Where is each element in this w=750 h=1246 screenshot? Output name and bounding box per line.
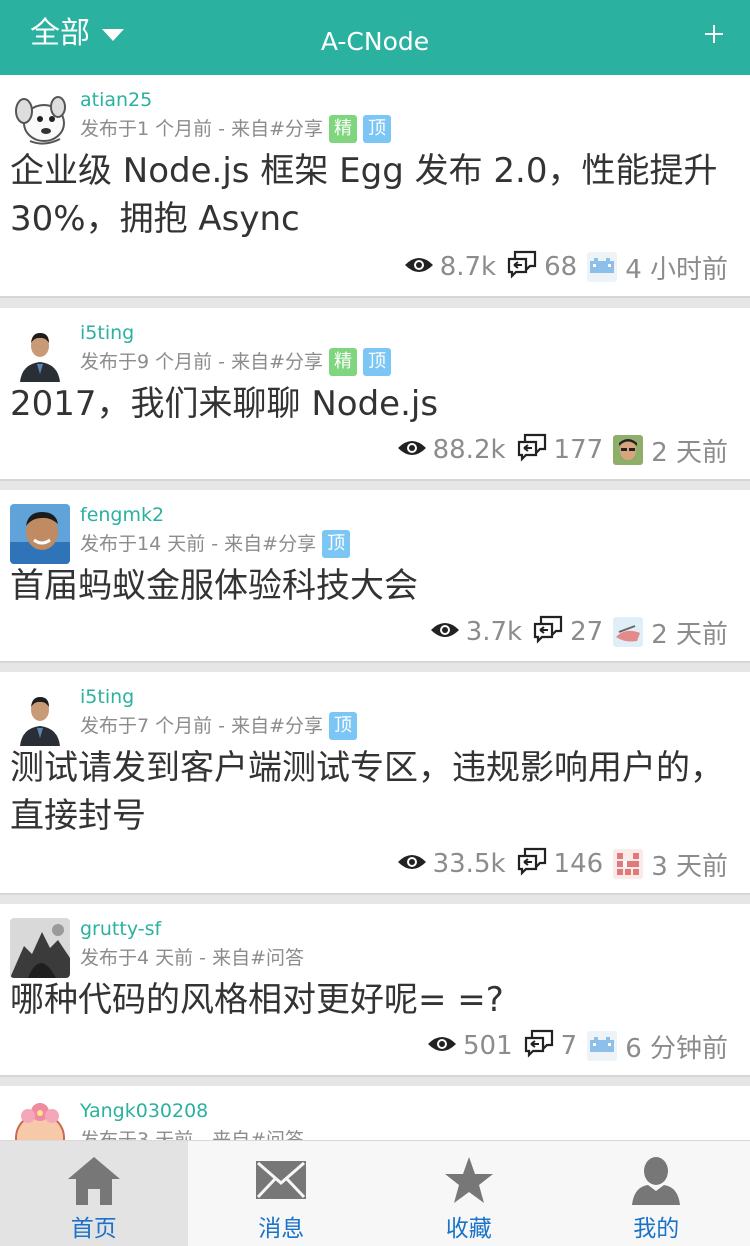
last-reply-avatar[interactable]: [613, 435, 644, 465]
author-name[interactable]: i5ting: [80, 320, 134, 346]
last-reply-avatar[interactable]: [613, 617, 644, 647]
top-badge: 顶: [328, 712, 357, 740]
reply-count: 146: [553, 849, 604, 879]
reply-count: 68: [544, 252, 578, 282]
last-reply-avatar[interactable]: [613, 849, 644, 879]
topic-title[interactable]: 2017，我们来聊聊 Node.js: [10, 380, 738, 428]
author-avatar[interactable]: [10, 918, 70, 978]
topic-stats: 3.7k 27 2 天前: [430, 614, 728, 650]
author-name[interactable]: atian25: [80, 87, 152, 113]
topic-title[interactable]: 测试请发到客户端测试专区，违规影响用户的，直接封号: [10, 744, 738, 840]
tab-favorites-label: 收藏: [445, 1216, 492, 1242]
author-name[interactable]: grutty-sf: [80, 916, 161, 942]
view-count: 501: [463, 1031, 513, 1061]
home-icon: [66, 1155, 122, 1209]
reply-icon: [516, 432, 548, 469]
author-avatar[interactable]: [10, 1100, 70, 1140]
last-reply-time: 4 小时前: [625, 254, 728, 285]
author-avatar[interactable]: [10, 504, 70, 564]
reply-icon: [523, 1028, 555, 1065]
meta-text: 发布于3 天前 - 来自#问答: [80, 1129, 304, 1140]
eye-icon: [397, 435, 427, 465]
tab-messages[interactable]: 消息: [188, 1141, 376, 1246]
tab-home-label: 首页: [70, 1216, 117, 1242]
topic-stats: 8.7k 68 4 小时前: [404, 249, 728, 285]
author-name[interactable]: Yangk030208: [80, 1098, 208, 1124]
app-root: 全部 A-CNode atian25 发布于1 个月前 - 来自#分享 精 顶 …: [0, 0, 750, 1246]
tab-favorites[interactable]: 收藏: [375, 1141, 563, 1246]
tab-profile-label: 我的: [633, 1216, 680, 1242]
top-badge: 顶: [362, 348, 391, 376]
user-icon: [628, 1155, 684, 1209]
eye-icon: [397, 849, 427, 879]
topic-stats: 88.2k 177 2 天前: [397, 432, 728, 468]
eye-icon: [430, 617, 460, 647]
last-reply-avatar[interactable]: [587, 252, 618, 282]
reply-count: 27: [570, 617, 604, 647]
reply-icon: [532, 614, 564, 651]
author-name[interactable]: i5ting: [80, 684, 134, 710]
topic-meta: 发布于1 个月前 - 来自#分享 精 顶: [80, 115, 391, 143]
topic-meta: 发布于9 个月前 - 来自#分享 精 顶: [80, 348, 391, 376]
reply-icon: [506, 249, 538, 286]
meta-text: 发布于9 个月前 - 来自#分享: [80, 351, 323, 373]
meta-text: 发布于7 个月前 - 来自#分享: [80, 715, 323, 737]
topic-meta: 发布于4 天前 - 来自#问答: [80, 944, 304, 972]
topic-title[interactable]: 哪种代码的风格相对更好呢= =?: [10, 976, 738, 1024]
top-badge: 顶: [362, 115, 391, 143]
good-badge: 精: [328, 348, 357, 376]
author-name[interactable]: fengmk2: [80, 502, 164, 528]
view-count: 88.2k: [432, 435, 506, 465]
last-reply-avatar[interactable]: [587, 1031, 618, 1061]
bottom-tab-bar: 首页 消息 收藏 我的: [0, 1140, 750, 1246]
good-badge: 精: [328, 115, 357, 143]
app-title: A-CNode: [320, 27, 430, 56]
last-reply-time: 2 天前: [651, 437, 728, 468]
meta-text: 发布于1 个月前 - 来自#分享: [80, 118, 323, 140]
topic-item[interactable]: fengmk2 发布于14 天前 - 来自#分享 顶 首届蚂蚁金服体验科技大会 …: [0, 490, 750, 663]
meta-text: 发布于4 天前 - 来自#问答: [80, 947, 304, 969]
topic-item[interactable]: grutty-sf 发布于4 天前 - 来自#问答 哪种代码的风格相对更好呢= …: [0, 904, 750, 1077]
tab-home[interactable]: 首页: [0, 1141, 188, 1246]
author-avatar[interactable]: [10, 322, 70, 382]
topic-item[interactable]: Yangk030208 发布于3 天前 - 来自#问答: [0, 1086, 750, 1140]
eye-icon: [404, 252, 434, 282]
view-count: 33.5k: [432, 849, 506, 879]
author-avatar[interactable]: [10, 89, 70, 149]
author-avatar[interactable]: [10, 686, 70, 746]
tab-profile[interactable]: 我的: [563, 1141, 750, 1246]
add-topic-button[interactable]: [698, 18, 730, 50]
topic-item[interactable]: i5ting 发布于9 个月前 - 来自#分享 精 顶 2017，我们来聊聊 N…: [0, 308, 750, 481]
topic-item[interactable]: i5ting 发布于7 个月前 - 来自#分享 顶 测试请发到客户端测试专区，违…: [0, 672, 750, 895]
meta-text: 发布于14 天前 - 来自#分享: [80, 533, 317, 555]
last-reply-time: 2 天前: [651, 619, 728, 650]
tab-messages-label: 消息: [258, 1216, 305, 1242]
eye-icon: [427, 1031, 457, 1061]
view-count: 8.7k: [439, 252, 497, 282]
topic-title[interactable]: 首届蚂蚁金服体验科技大会: [10, 562, 738, 610]
topic-stats: 33.5k 146 3 天前: [397, 846, 728, 882]
star-icon: [441, 1155, 497, 1209]
last-reply-time: 6 分钟前: [625, 1033, 728, 1064]
top-badge: 顶: [322, 530, 351, 558]
reply-count: 7: [560, 1031, 578, 1061]
top-bar: 全部 A-CNode: [0, 0, 750, 75]
topic-meta: 发布于14 天前 - 来自#分享 顶: [80, 530, 351, 558]
topic-stats: 501 7 6 分钟前: [427, 1028, 728, 1064]
topic-meta: 发布于3 天前 - 来自#问答: [80, 1126, 304, 1140]
topic-title[interactable]: 企业级 Node.js 框架 Egg 发布 2.0，性能提升 30%，拥抱 As…: [10, 147, 738, 243]
topic-list[interactable]: atian25 发布于1 个月前 - 来自#分享 精 顶 企业级 Node.js…: [0, 75, 750, 1140]
reply-count: 177: [553, 435, 604, 465]
mail-icon: [253, 1155, 309, 1209]
topic-item[interactable]: atian25 发布于1 个月前 - 来自#分享 精 顶 企业级 Node.js…: [0, 75, 750, 298]
view-count: 3.7k: [465, 617, 523, 647]
topic-meta: 发布于7 个月前 - 来自#分享 顶: [80, 712, 357, 740]
last-reply-time: 3 天前: [651, 851, 728, 882]
reply-icon: [516, 846, 548, 883]
